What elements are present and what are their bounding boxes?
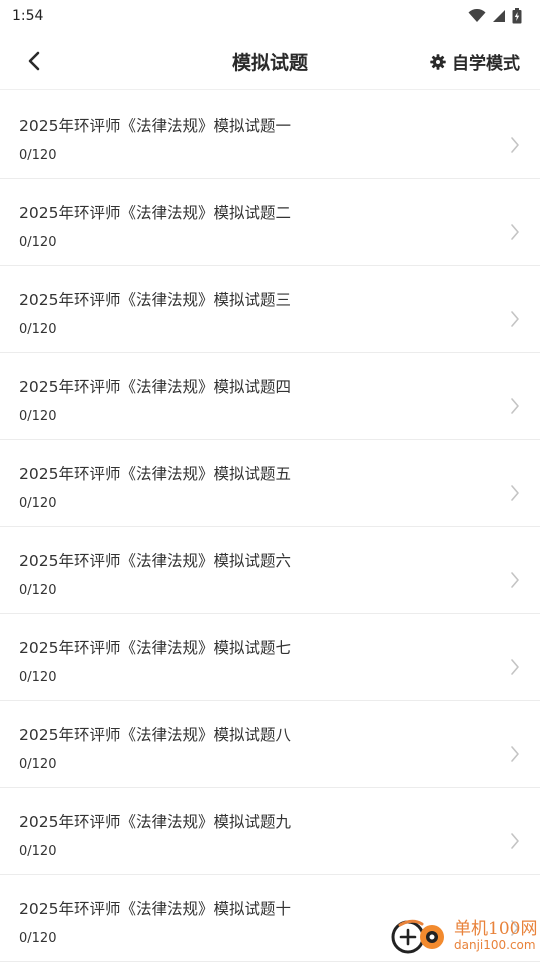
self-study-mode-label: 自学模式 (452, 49, 520, 74)
status-time: 1:54 (12, 8, 43, 24)
chevron-right-icon (510, 571, 520, 589)
exam-progress: 0/120 (19, 583, 56, 598)
watermark-logo-icon (390, 916, 450, 956)
list-item[interactable]: 2025年环评师《法律法规》模拟试题一 0/120 (0, 92, 540, 179)
chevron-right-icon (510, 484, 520, 502)
chevron-right-icon (510, 223, 520, 241)
chevron-right-icon (510, 310, 520, 328)
list-item[interactable]: 2025年环评师《法律法规》模拟试题六 0/120 (0, 527, 540, 614)
exam-progress: 0/120 (19, 670, 56, 685)
status-icons (468, 8, 522, 24)
exam-progress: 0/120 (19, 844, 56, 859)
exam-list: 2025年环评师《法律法规》模拟试题一 0/120 2025年环评师《法律法规》… (0, 92, 540, 962)
battery-icon (512, 8, 522, 24)
exam-title: 2025年环评师《法律法规》模拟试题一 (19, 114, 291, 136)
exam-title: 2025年环评师《法律法规》模拟试题四 (19, 375, 291, 397)
list-item[interactable]: 2025年环评师《法律法规》模拟试题五 0/120 (0, 440, 540, 527)
watermark-name: 单机100网 (454, 921, 537, 939)
exam-progress: 0/120 (19, 931, 56, 946)
exam-title: 2025年环评师《法律法规》模拟试题十 (19, 897, 291, 919)
exam-title: 2025年环评师《法律法规》模拟试题八 (19, 723, 291, 745)
exam-title: 2025年环评师《法律法规》模拟试题二 (19, 201, 291, 223)
exam-title: 2025年环评师《法律法规》模拟试题三 (19, 288, 291, 310)
signal-icon (492, 9, 506, 23)
exam-progress: 0/120 (19, 409, 56, 424)
chevron-right-icon (510, 136, 520, 154)
watermark-text: 单机100网 danji100.com (454, 921, 537, 951)
self-study-mode-button[interactable]: 自学模式 (430, 49, 520, 74)
chevron-right-icon (510, 397, 520, 415)
list-item[interactable]: 2025年环评师《法律法规》模拟试题二 0/120 (0, 179, 540, 266)
exam-progress: 0/120 (19, 322, 56, 337)
list-item[interactable]: 2025年环评师《法律法规》模拟试题九 0/120 (0, 788, 540, 875)
exam-progress: 0/120 (19, 148, 56, 163)
list-item[interactable]: 2025年环评师《法律法规》模拟试题三 0/120 (0, 266, 540, 353)
exam-progress: 0/120 (19, 757, 56, 772)
watermark: 单机100网 danji100.com (390, 912, 540, 960)
gear-icon (430, 54, 446, 70)
exam-title: 2025年环评师《法律法规》模拟试题五 (19, 462, 291, 484)
chevron-right-icon (510, 832, 520, 850)
exam-progress: 0/120 (19, 235, 56, 250)
exam-progress: 0/120 (19, 496, 56, 511)
list-item[interactable]: 2025年环评师《法律法规》模拟试题八 0/120 (0, 701, 540, 788)
exam-title: 2025年环评师《法律法规》模拟试题六 (19, 549, 291, 571)
list-item[interactable]: 2025年环评师《法律法规》模拟试题四 0/120 (0, 353, 540, 440)
exam-title: 2025年环评师《法律法规》模拟试题九 (19, 810, 291, 832)
status-bar: 1:54 (0, 0, 540, 32)
chevron-right-icon (510, 745, 520, 763)
exam-title: 2025年环评师《法律法规》模拟试题七 (19, 636, 291, 658)
list-item[interactable]: 2025年环评师《法律法规》模拟试题七 0/120 (0, 614, 540, 701)
wifi-icon (468, 9, 486, 23)
watermark-domain: danji100.com (454, 939, 537, 952)
chevron-right-icon (510, 658, 520, 676)
app-header: 模拟试题 自学模式 (0, 32, 540, 90)
